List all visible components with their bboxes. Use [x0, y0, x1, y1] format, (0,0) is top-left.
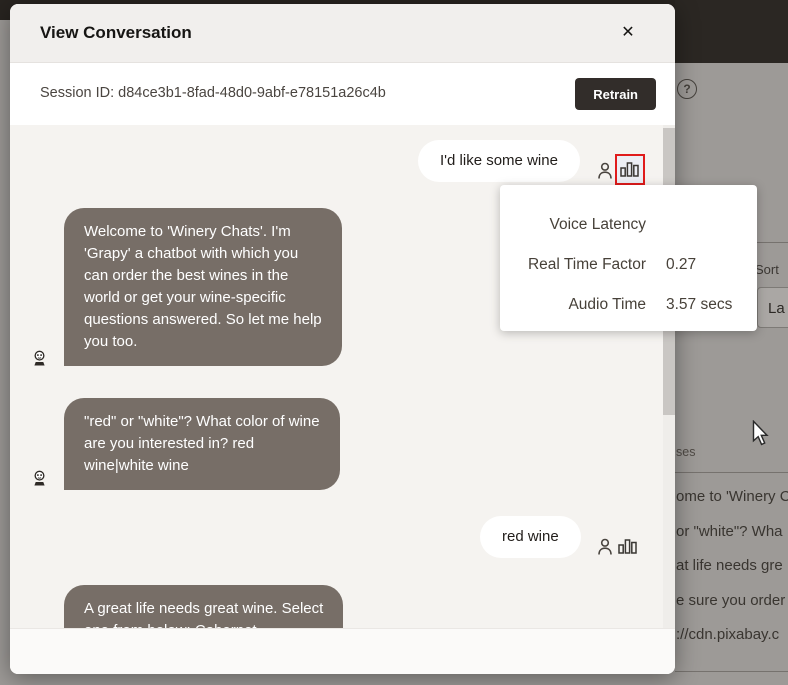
session-id-label: Session ID: d84ce3b1-8fad-48d0-9abf-e781…	[40, 85, 386, 101]
metric-value: 3.57 secs	[666, 296, 733, 313]
dialog-header: View Conversation ✕	[10, 4, 675, 63]
popup-title: Voice Latency	[549, 216, 646, 233]
bot-icon	[34, 470, 45, 486]
background-topbar-right	[675, 0, 788, 63]
dialog-title: View Conversation	[40, 23, 192, 42]
user-message-bubble: red wine	[480, 516, 581, 558]
background-table-row: ome to 'Winery C	[676, 488, 788, 505]
background-divider	[753, 242, 788, 243]
metric-label: Real Time Factor	[527, 256, 646, 273]
bot-message-bubble: A great life needs great wine. Select on…	[64, 585, 344, 629]
view-conversation-dialog: View Conversation ✕ Session ID: d84ce3b1…	[10, 4, 675, 674]
voice-metrics-button-highlighted[interactable]	[615, 154, 645, 185]
user-icon	[598, 538, 612, 555]
user-icon	[598, 162, 612, 179]
user-message-bubble: I'd like some wine	[418, 140, 580, 182]
bot-icon	[34, 350, 45, 366]
close-icon[interactable]: ✕	[617, 22, 639, 44]
dialog-footer	[10, 628, 675, 674]
background-table-row: ://cdn.pixabay.c	[676, 626, 780, 643]
background-table-row: or "white"? Wha	[676, 523, 783, 540]
bot-message-bubble: Welcome to 'Winery Chats'. I'm 'Grapy' a…	[64, 208, 342, 366]
sort-dropdown[interactable]: La	[757, 287, 788, 328]
background-table-row: e sure you order	[676, 592, 786, 609]
bar-chart-icon	[620, 162, 639, 177]
background-divider	[675, 472, 788, 473]
voice-metrics-button[interactable]	[618, 537, 637, 554]
background-table-row: at life needs gre	[676, 557, 783, 574]
help-icon[interactable]: ?	[677, 79, 697, 99]
bot-message-bubble: "red" or "white"? What color of wine are…	[64, 398, 340, 490]
metric-label: Audio Time	[568, 296, 646, 313]
metric-value: 0.27	[666, 256, 697, 273]
session-row: Session ID: d84ce3b1-8fad-48d0-9abf-e781…	[10, 63, 675, 126]
sort-label: Sort	[755, 262, 779, 277]
voice-metrics-popup: Voice Latency Real Time Factor 0.27 Audi…	[500, 185, 757, 331]
responses-column-header: ses	[676, 445, 696, 459]
mouse-cursor	[752, 420, 769, 446]
background-divider	[675, 671, 788, 672]
retrain-button[interactable]: Retrain	[575, 78, 656, 110]
